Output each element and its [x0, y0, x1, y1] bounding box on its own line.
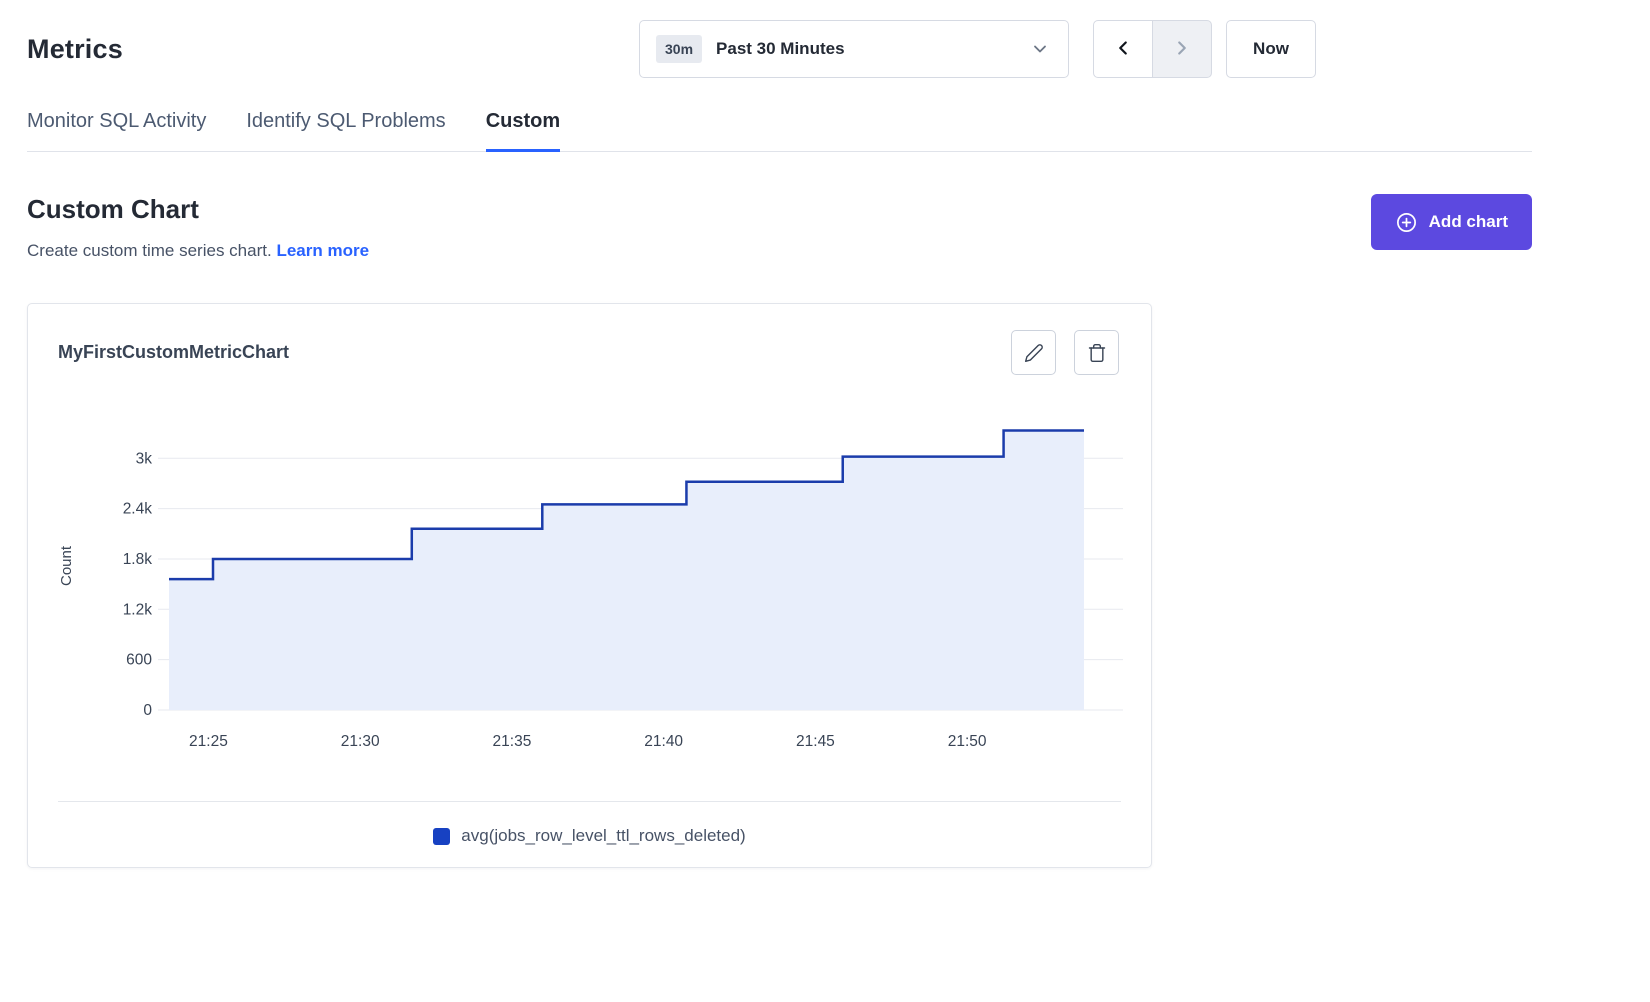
legend-item[interactable]: avg(jobs_row_level_ttl_rows_deleted) [433, 826, 745, 846]
plus-circle-icon [1395, 211, 1418, 234]
x-tick-label: 21:35 [493, 733, 532, 750]
chevron-left-icon [1112, 37, 1134, 62]
time-range-label: Past 30 Minutes [716, 39, 845, 59]
section-description: Create custom time series chart. Learn m… [27, 241, 369, 261]
x-tick-label: 21:30 [341, 733, 380, 750]
topbar: Metrics 30m Past 30 Minutes Now [27, 20, 1316, 78]
section-description-text: Create custom time series chart. [27, 241, 272, 260]
page-title: Metrics [27, 34, 123, 65]
chart-card-header: MyFirstCustomMetricChart [58, 330, 1119, 375]
edit-chart-button[interactable] [1011, 330, 1056, 375]
series-area [169, 431, 1084, 710]
section-head-text: Custom Chart Create custom time series c… [27, 194, 369, 261]
legend-label: avg(jobs_row_level_ttl_rows_deleted) [461, 826, 745, 846]
legend-swatch [433, 828, 450, 845]
y-axis-label: Count [58, 545, 75, 586]
section-title: Custom Chart [27, 194, 369, 225]
y-tick-label: 2.4k [123, 501, 153, 518]
time-controls: 30m Past 30 Minutes Now [639, 20, 1316, 78]
add-chart-button[interactable]: Add chart [1371, 194, 1532, 250]
now-button[interactable]: Now [1226, 20, 1316, 78]
learn-more-link[interactable]: Learn more [276, 241, 369, 260]
chevron-right-icon [1171, 37, 1193, 62]
y-tick-label: 600 [126, 652, 152, 669]
tab-identify-sql-problems[interactable]: Identify SQL Problems [246, 110, 445, 152]
trash-icon [1087, 343, 1107, 363]
y-tick-label: 3k [136, 450, 153, 467]
x-tick-label: 21:40 [644, 733, 683, 750]
chart-card-actions [1011, 330, 1119, 375]
chevron-down-icon [1030, 39, 1050, 59]
section-head: Custom Chart Create custom time series c… [27, 194, 1532, 261]
x-tick-label: 21:25 [189, 733, 228, 750]
time-pager [1093, 20, 1212, 78]
legend-divider [58, 801, 1121, 802]
delete-chart-button[interactable] [1074, 330, 1119, 375]
x-tick-label: 21:45 [796, 733, 835, 750]
y-tick-label: 1.8k [123, 551, 153, 568]
time-range-dropdown[interactable]: 30m Past 30 Minutes [639, 20, 1069, 78]
next-time-button[interactable] [1152, 20, 1212, 78]
tab-bar: Monitor SQL Activity Identify SQL Proble… [27, 110, 1532, 152]
y-tick-label: 0 [143, 702, 152, 719]
custom-metric-chart-card: MyFirstCustomMetricChart 0 600 1.2k 1.8k 2.4… [27, 303, 1152, 868]
chart-title: MyFirstCustomMetricChart [58, 342, 289, 363]
tab-monitor-sql-activity[interactable]: Monitor SQL Activity [27, 110, 206, 152]
y-tick-label: 1.2k [123, 601, 153, 618]
add-chart-button-label: Add chart [1429, 212, 1508, 232]
time-range-badge: 30m [656, 35, 702, 63]
pencil-icon [1024, 343, 1044, 363]
tab-custom[interactable]: Custom [486, 110, 560, 152]
previous-time-button[interactable] [1093, 20, 1153, 78]
chart-legend: avg(jobs_row_level_ttl_rows_deleted) [28, 826, 1151, 846]
x-tick-label: 21:50 [948, 733, 987, 750]
custom-chart-section: Custom Chart Create custom time series c… [0, 194, 1650, 868]
